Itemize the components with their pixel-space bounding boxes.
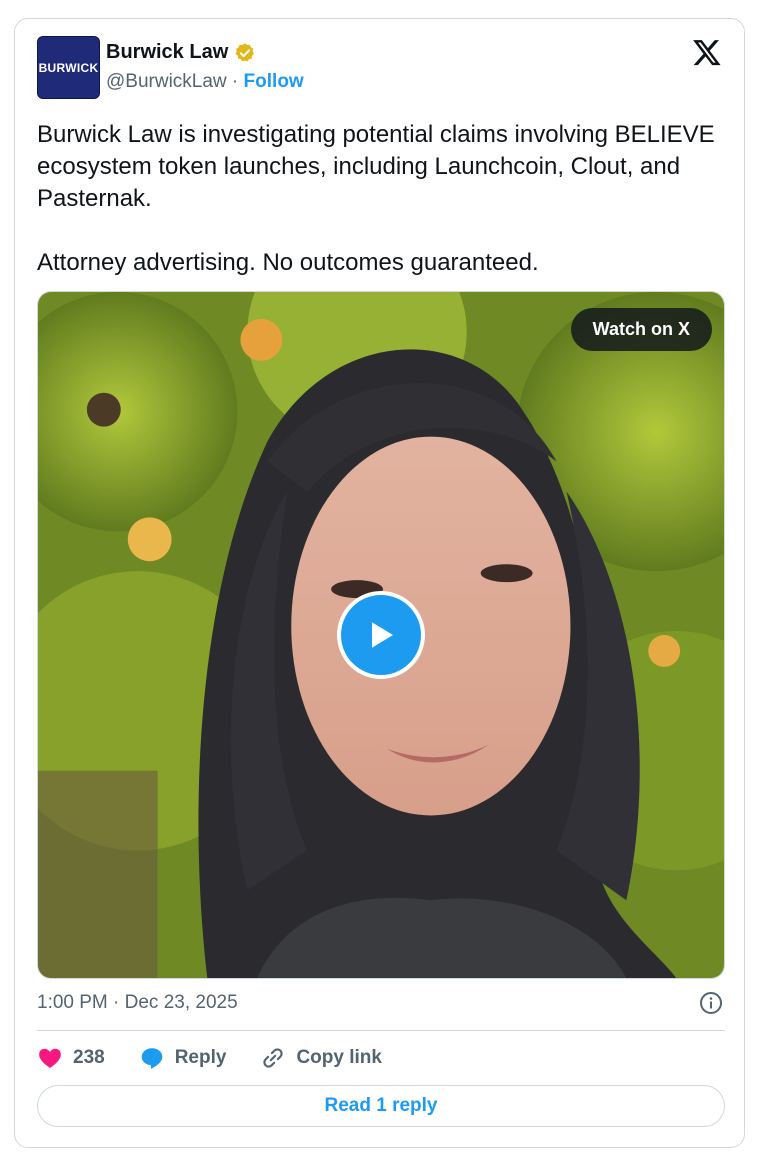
copy-link-label: Copy link xyxy=(296,1047,382,1068)
x-logo-icon[interactable] xyxy=(692,37,722,67)
play-icon xyxy=(372,622,393,648)
divider xyxy=(37,1030,725,1031)
reply-button[interactable]: Reply xyxy=(139,1045,227,1071)
author-handle[interactable]: @BurwickLaw xyxy=(106,71,227,92)
reply-label: Reply xyxy=(174,1047,227,1068)
heart-icon xyxy=(39,1048,61,1068)
tweet-card: BURWICK Burwick Law @BurwickLaw · Follow… xyxy=(14,18,745,1148)
read-replies-button[interactable]: Read 1 reply xyxy=(37,1085,725,1127)
author-name-row: Burwick Law xyxy=(106,41,256,64)
link-icon xyxy=(263,1048,284,1068)
like-button[interactable]: 238 xyxy=(37,1045,105,1071)
reply-bubble-icon xyxy=(141,1048,162,1069)
tweet-timestamp[interactable]: 1:00 PM · Dec 23, 2025 xyxy=(37,992,238,1014)
tweet-text: Burwick Law is investigating potential c… xyxy=(37,119,727,279)
author-name[interactable]: Burwick Law xyxy=(106,41,228,64)
tweet-paragraph-1: Burwick Law is investigating potential c… xyxy=(37,121,715,212)
verified-badge-icon xyxy=(235,42,255,61)
like-count: 238 xyxy=(73,1047,105,1068)
avatar[interactable]: BURWICK xyxy=(37,36,100,99)
timestamp-row: 1:00 PM · Dec 23, 2025 xyxy=(37,991,723,1015)
handle-separator: · xyxy=(226,71,244,92)
info-icon[interactable] xyxy=(699,991,723,1015)
follow-button[interactable]: Follow xyxy=(244,71,304,92)
video-media[interactable]: Watch on X xyxy=(37,291,725,979)
copy-link-button[interactable]: Copy link xyxy=(260,1045,382,1071)
actions-bar: 238 Reply Copy link xyxy=(37,1043,416,1073)
play-button[interactable] xyxy=(337,591,425,679)
author-handle-row: @BurwickLaw · Follow xyxy=(106,71,304,93)
watch-on-x-button[interactable]: Watch on X xyxy=(570,308,712,351)
avatar-logo-text: BURWICK xyxy=(38,60,99,75)
tweet-paragraph-2: Attorney advertising. No outcomes guaran… xyxy=(37,249,539,276)
